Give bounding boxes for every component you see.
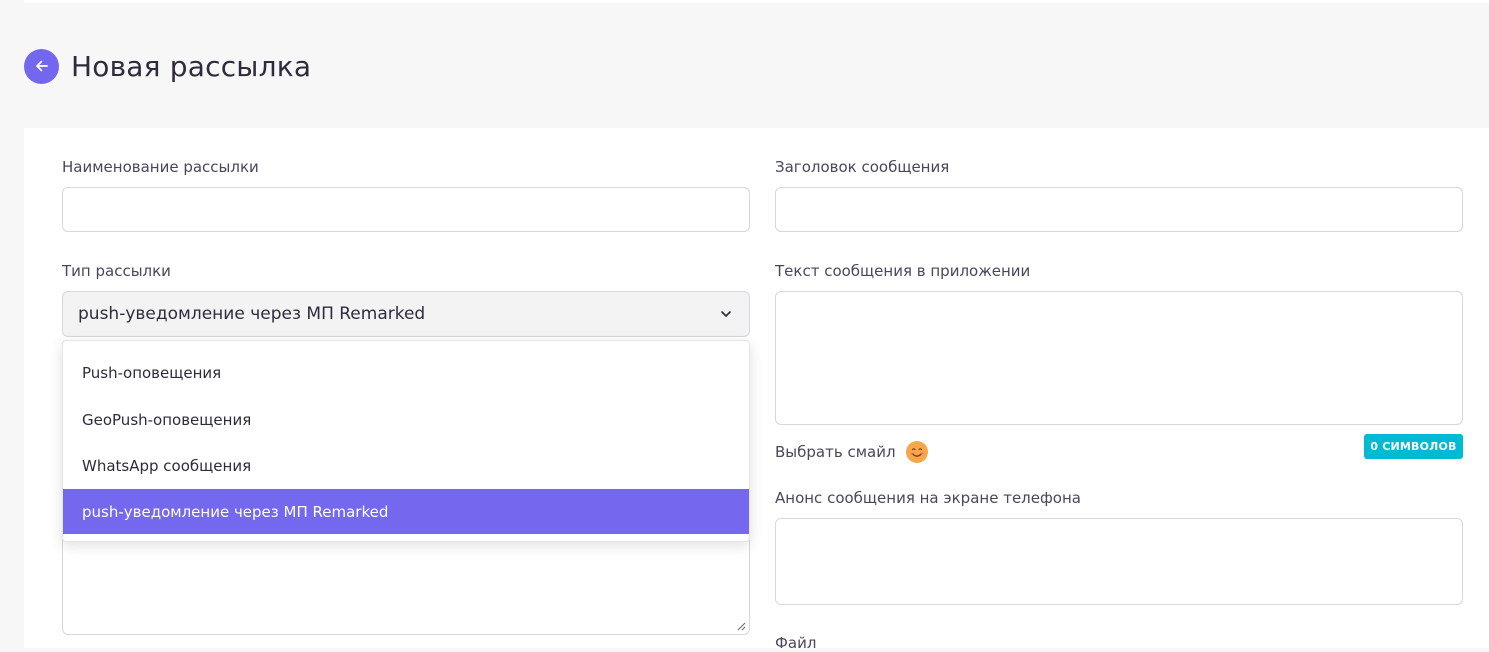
- type-option-push[interactable]: Push-оповещения: [63, 350, 749, 395]
- resize-grip-icon[interactable]: [737, 622, 746, 631]
- type-select[interactable]: push-уведомление через МП Remarked: [62, 291, 750, 337]
- subject-input[interactable]: [775, 187, 1463, 232]
- preview-textarea[interactable]: [775, 518, 1463, 605]
- name-input[interactable]: [62, 187, 750, 232]
- chevron-down-icon: [721, 311, 731, 317]
- back-button[interactable]: [24, 48, 59, 84]
- name-label: Наименование рассылки: [62, 158, 259, 176]
- char-count-badge: 0 СИМВОЛОВ: [1364, 434, 1463, 459]
- type-option-remarked[interactable]: push-уведомление через МП Remarked: [63, 489, 749, 534]
- type-dropdown: Push-оповещения GeoPush-оповещения Whats…: [62, 340, 750, 542]
- preview-label: Анонс сообщения на экране телефона: [775, 489, 1081, 507]
- app-text-label: Текст сообщения в приложении: [775, 262, 1031, 280]
- emoji-picker-row: Выбрать смайл: [775, 441, 928, 463]
- type-label: Тип рассылки: [62, 262, 171, 280]
- subject-label: Заголовок сообщения: [775, 158, 950, 176]
- page-title: Новая рассылка: [71, 49, 312, 83]
- type-select-value: push-уведомление через МП Remarked: [78, 304, 426, 324]
- arrow-left-icon: [35, 60, 48, 72]
- form-card: Наименование рассылки Тип рассылки push-…: [24, 128, 1489, 652]
- page-header: Новая рассылка: [24, 48, 311, 84]
- smiley-icon[interactable]: [905, 441, 928, 463]
- type-option-whatsapp[interactable]: WhatsApp сообщения: [63, 443, 749, 488]
- file-label: Файл: [775, 634, 817, 652]
- app-text-textarea[interactable]: [775, 291, 1463, 425]
- top-bar: [24, 0, 1489, 3]
- type-option-geopush[interactable]: GeoPush-оповещения: [63, 397, 749, 442]
- emoji-label: Выбрать смайл: [775, 443, 896, 461]
